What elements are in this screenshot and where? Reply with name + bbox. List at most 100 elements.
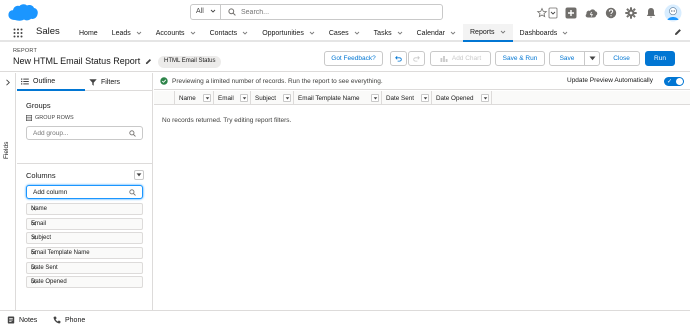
remove-column-close-icon[interactable]: ✕ <box>31 249 139 257</box>
remove-column-close-icon[interactable]: ✕ <box>31 220 139 228</box>
got-feedback-button[interactable]: Got Feedback? <box>324 51 383 66</box>
chevron-down-icon[interactable] <box>397 30 403 36</box>
nav-item-contacts[interactable]: Contacts <box>203 24 256 42</box>
chevron-down-icon[interactable] <box>354 30 360 36</box>
phone-icon <box>53 316 61 324</box>
nav-item-opportunities[interactable]: Opportunities <box>255 24 322 42</box>
tab-filters-label: Filters <box>101 78 121 86</box>
column-menu-caret-icon[interactable] <box>371 94 379 102</box>
preview-column-label: Email <box>218 94 234 102</box>
column-item[interactable]: Subject ✕ <box>26 232 143 245</box>
column-item[interactable]: Email Template Name ✕ <box>26 247 143 260</box>
nav-items: Home Leads Accounts Contacts Opportunities Ca… <box>72 24 575 42</box>
preview-column-header[interactable]: Subject <box>251 91 294 105</box>
tab-outline[interactable]: Outline <box>17 73 85 91</box>
fields-panel-rail[interactable]: Fields <box>0 73 16 310</box>
auto-preview-toggle[interactable]: ✓ <box>664 77 684 86</box>
preview-column-header[interactable]: Email <box>214 91 251 105</box>
help-icon[interactable] <box>604 6 618 20</box>
report-preview: Previewing a limited number of records. … <box>154 73 690 310</box>
section-divider <box>17 163 153 164</box>
column-menu-caret-icon[interactable] <box>283 94 291 102</box>
chevron-right-icon[interactable] <box>5 79 11 86</box>
remove-column-close-icon[interactable]: ✕ <box>31 205 139 213</box>
notifications-bell-icon[interactable] <box>644 6 658 20</box>
nav-item-reports[interactable]: Reports <box>463 24 513 42</box>
preview-column-label: Date Opened <box>436 94 474 102</box>
close-button[interactable]: Close <box>603 51 640 66</box>
nav-item-dashboards[interactable]: Dashboards <box>513 24 576 42</box>
group-rows-icon <box>26 115 32 121</box>
utility-phone[interactable]: Phone <box>53 316 85 324</box>
chevron-down-icon[interactable] <box>242 30 248 36</box>
remove-column-close-icon[interactable]: ✕ <box>31 278 139 286</box>
salesforce-logo-icon[interactable] <box>7 3 39 22</box>
column-menu-caret-icon[interactable] <box>240 94 248 102</box>
utility-notes[interactable]: Notes <box>7 316 37 324</box>
chevron-down-icon[interactable] <box>450 30 456 36</box>
save-button[interactable]: Save <box>549 51 585 66</box>
preview-column-header[interactable]: Name <box>175 91 214 105</box>
chevron-down-icon[interactable] <box>190 30 196 36</box>
nav-item-cases[interactable]: Cases <box>322 24 367 42</box>
column-menu-caret-icon[interactable] <box>481 94 489 102</box>
trailhead-guide-icon[interactable] <box>584 6 598 20</box>
global-search-box[interactable]: All <box>190 4 443 20</box>
redo-button[interactable] <box>408 51 425 66</box>
nav-item-calendar[interactable]: Calendar <box>410 24 463 42</box>
remove-column-close-icon[interactable]: ✕ <box>31 234 139 242</box>
columns-list: Name ✕ Email ✕ Subject ✕ Email Template Name ✕ D… <box>26 203 143 291</box>
preview-column-header[interactable]: Date Opened <box>432 91 492 105</box>
chevron-down-icon[interactable] <box>500 29 506 35</box>
preview-column-label: Email Template Name <box>298 94 360 102</box>
preview-limit-text: Previewing a limited number of records. … <box>172 77 383 85</box>
favorites-star-icon[interactable] <box>536 6 558 20</box>
column-menu-caret-icon[interactable] <box>421 94 429 102</box>
search-scope-select[interactable]: All <box>191 5 221 19</box>
columns-menu-button[interactable] <box>134 170 144 180</box>
nav-item-leads[interactable]: Leads <box>105 24 149 42</box>
preview-toolbar: Previewing a limited number of records. … <box>154 73 690 90</box>
nav-item-home[interactable]: Home <box>72 24 105 42</box>
user-avatar-icon[interactable] <box>664 4 682 22</box>
tab-filters[interactable]: Filters <box>85 73 153 91</box>
column-menu-caret-icon[interactable] <box>203 94 211 102</box>
utility-phone-label: Phone <box>65 316 86 324</box>
list-icon <box>21 78 29 85</box>
preview-column-label: Subject <box>255 94 277 102</box>
global-create-icon[interactable] <box>564 6 578 20</box>
preview-column-header[interactable]: Date Sent <box>382 91 432 105</box>
toggle-knob <box>676 78 683 85</box>
chevron-down-icon[interactable] <box>309 30 315 36</box>
chevron-down-icon[interactable] <box>562 30 568 36</box>
edit-nav-pencil-icon[interactable] <box>674 28 682 36</box>
edit-title-pencil-icon[interactable] <box>145 58 152 65</box>
remove-column-close-icon[interactable]: ✕ <box>31 264 139 272</box>
global-header: All <box>0 0 690 24</box>
add-column-input[interactable] <box>33 188 128 197</box>
auto-preview-label: Update Preview Automatically <box>567 77 653 84</box>
save-options-dropdown[interactable] <box>584 51 600 66</box>
run-button[interactable]: Run <box>645 51 675 66</box>
app-name: Sales <box>36 26 60 37</box>
preview-column-header[interactable]: Email Template Name <box>294 91 382 105</box>
save-and-run-button[interactable]: Save & Run <box>495 51 545 66</box>
column-item[interactable]: Date Opened ✕ <box>26 276 143 289</box>
add-group-input[interactable] <box>33 129 128 138</box>
undo-button[interactable] <box>390 51 407 66</box>
global-search-input[interactable] <box>241 6 436 18</box>
column-item[interactable]: Email ✕ <box>26 217 143 230</box>
app-launcher-waffle-icon[interactable] <box>13 28 23 38</box>
add-column-field[interactable] <box>26 185 143 199</box>
caret-down-icon <box>589 56 596 61</box>
chevron-down-icon[interactable] <box>136 30 142 36</box>
groups-title: Groups <box>26 101 51 110</box>
add-chart-button[interactable]: Add Chart <box>430 51 491 66</box>
settings-gear-icon[interactable] <box>624 6 638 20</box>
column-item[interactable]: Name ✕ <box>26 203 143 215</box>
nav-item-accounts[interactable]: Accounts <box>149 24 203 42</box>
nav-item-tasks[interactable]: Tasks <box>367 24 410 42</box>
add-group-field[interactable] <box>26 126 143 140</box>
column-item[interactable]: Date Sent ✕ <box>26 261 143 274</box>
search-icon <box>129 189 136 196</box>
